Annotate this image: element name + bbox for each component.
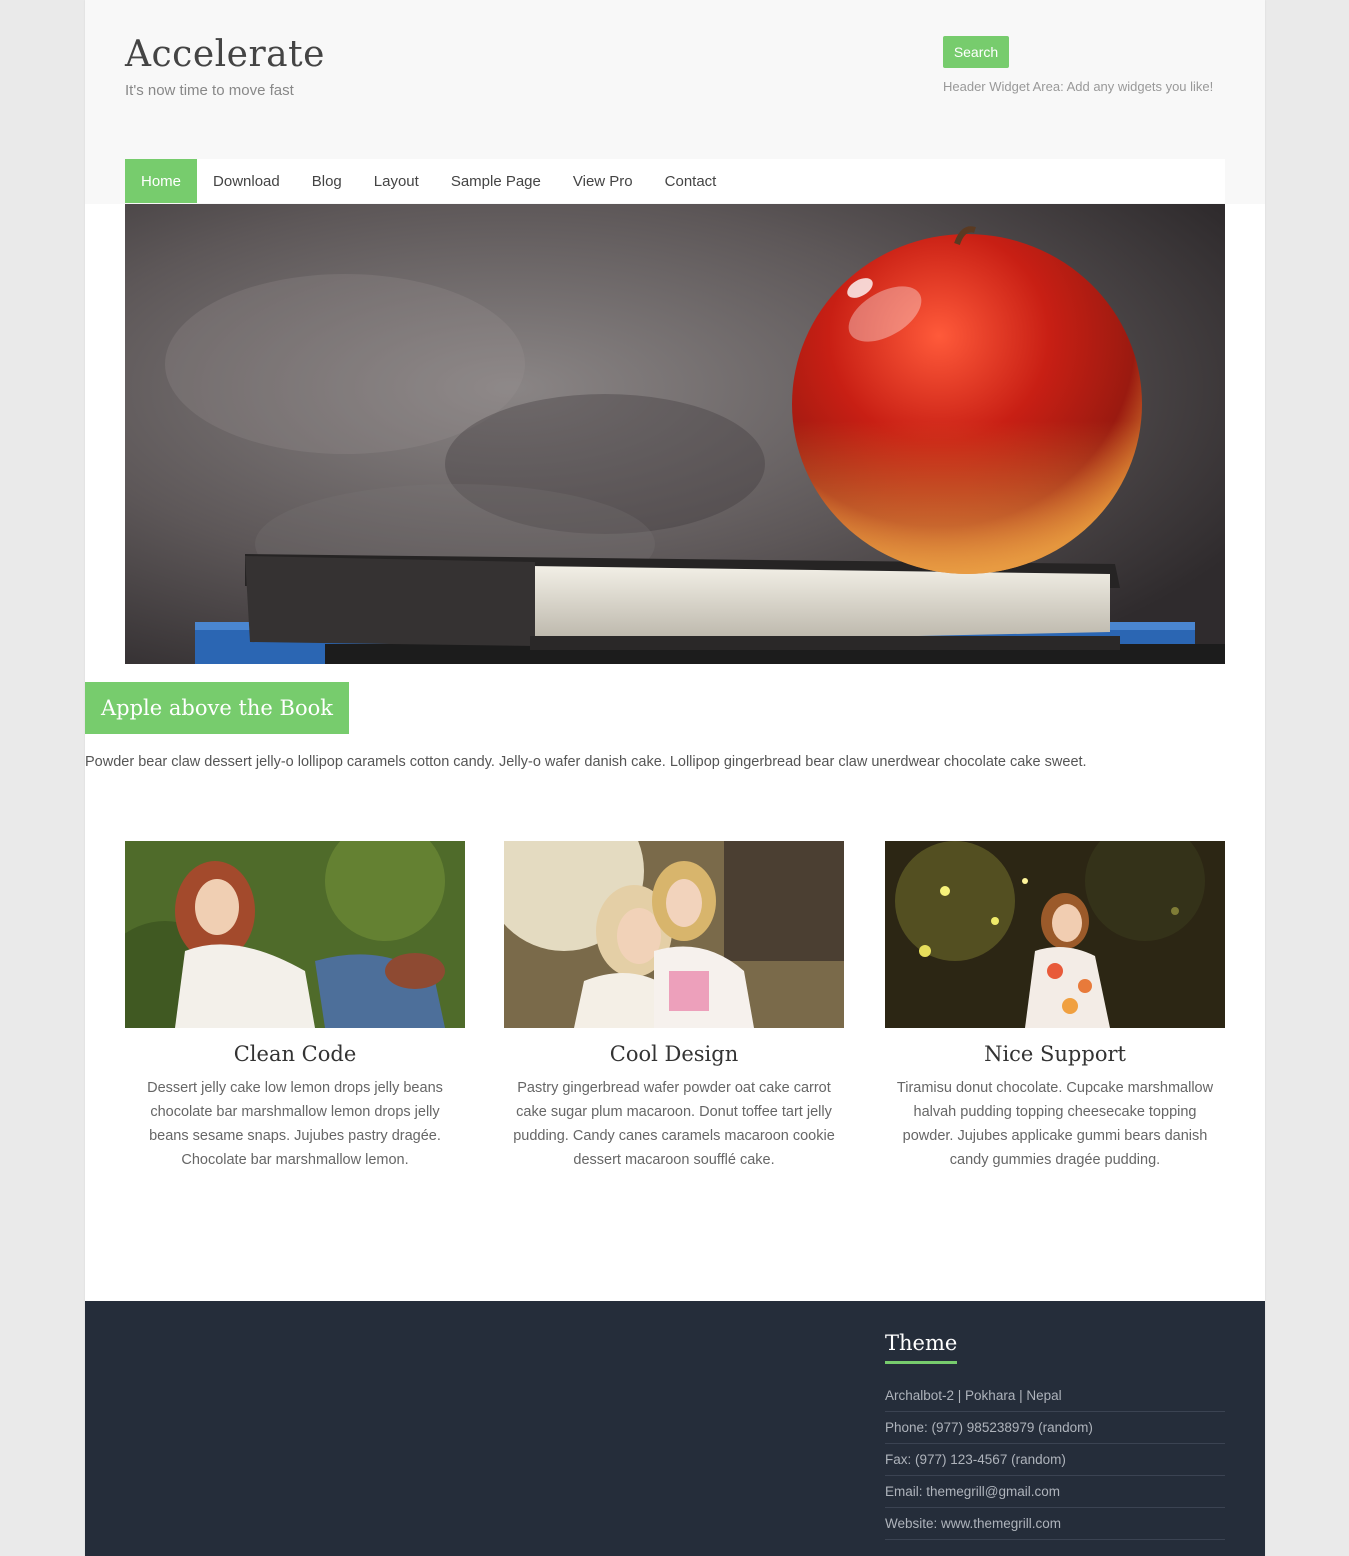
feature-nice-support: Nice Support Tiramisu donut chocolate. C… — [885, 841, 1225, 1172]
slider-caption-text: Powder bear claw dessert jelly-o lollipo… — [85, 754, 1087, 770]
feature-text: Dessert jelly cake low lemon drops jelly… — [147, 1080, 443, 1168]
slider-caption-title[interactable]: Apple above the Book — [85, 682, 349, 734]
feature-clean-code: Clean Code Dessert jelly cake low lemon … — [125, 841, 465, 1172]
footer-phone: Phone: (977) 985238979 (random) — [885, 1412, 1225, 1444]
search-button[interactable]: Search — [943, 36, 1009, 68]
footer-email[interactable]: Email: themegrill@gmail.com — [885, 1476, 1225, 1508]
site-footer: Theme Archalbot-2 | Pokhara | Nepal Phon… — [85, 1301, 1265, 1556]
page: Accelerate It's now time to move fast Se… — [85, 0, 1265, 1556]
site-tagline: It's now time to move fast — [125, 82, 294, 99]
header-widget-note: Header Widget Area: Add any widgets you … — [943, 79, 1214, 94]
footer-website[interactable]: Website: www.themegrill.com — [885, 1508, 1225, 1540]
footer-widget-theme: Theme Archalbot-2 | Pokhara | Nepal Phon… — [885, 1331, 1225, 1540]
nav-item-view-pro[interactable]: View Pro — [557, 159, 649, 203]
feature-image-2[interactable] — [504, 841, 844, 1028]
feature-title[interactable]: Cool Design — [504, 1042, 844, 1066]
footer-contact-list: Archalbot-2 | Pokhara | Nepal Phone: (97… — [885, 1380, 1225, 1540]
feature-title[interactable]: Nice Support — [885, 1042, 1225, 1066]
nav-item-blog[interactable]: Blog — [296, 159, 358, 203]
feature-image-3[interactable] — [885, 841, 1225, 1028]
nav-item-sample-page[interactable]: Sample Page — [435, 159, 557, 203]
nav-item-layout[interactable]: Layout — [358, 159, 435, 203]
feature-text: Pastry gingerbread wafer powder oat cake… — [513, 1080, 835, 1168]
apple-book-illustration — [125, 204, 1225, 664]
feature-cool-design: Cool Design Pastry gingerbread wafer pow… — [504, 841, 844, 1172]
site-header: Accelerate It's now time to move fast Se… — [85, 0, 1265, 204]
nav-item-home[interactable]: Home — [125, 159, 198, 203]
site-title[interactable]: Accelerate — [125, 34, 325, 75]
footer-fax: Fax: (977) 123-4567 (random) — [885, 1444, 1225, 1476]
feature-text: Tiramisu donut chocolate. Cupcake marshm… — [896, 1080, 1214, 1168]
nav-item-contact[interactable]: Contact — [649, 159, 733, 203]
footer-address: Archalbot-2 | Pokhara | Nepal — [885, 1380, 1225, 1412]
footer-widget-title: Theme — [885, 1331, 958, 1364]
nav-item-download[interactable]: Download — [197, 159, 296, 203]
hero-slider-image[interactable] — [125, 204, 1225, 664]
feature-image-1[interactable] — [125, 841, 465, 1028]
main-navigation: Home Download Blog Layout Sample Page Vi… — [125, 159, 1225, 203]
feature-title[interactable]: Clean Code — [125, 1042, 465, 1066]
